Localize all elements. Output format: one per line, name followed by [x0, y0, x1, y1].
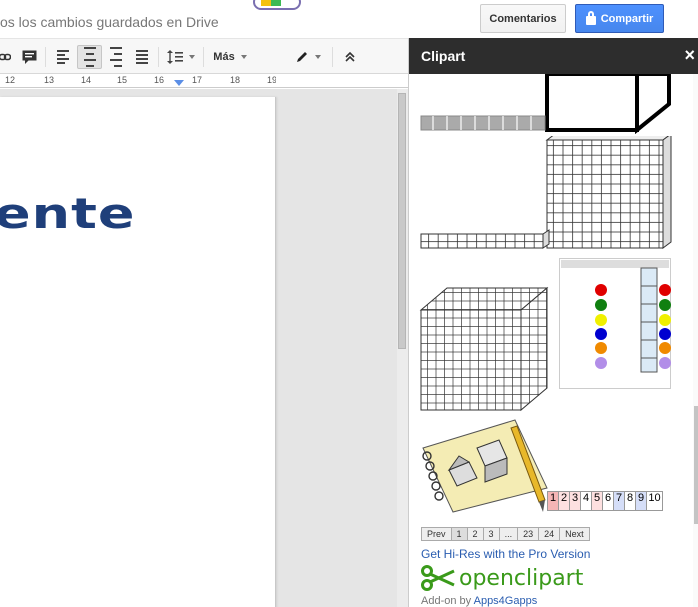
- clipart-cube-outline[interactable]: [419, 74, 681, 134]
- pager-page-1[interactable]: 1: [451, 528, 468, 540]
- sidebar-title: Clipart: [421, 48, 466, 64]
- ruler-number: 18: [230, 75, 241, 85]
- addon-author-link[interactable]: Apps4Gapps: [474, 595, 538, 607]
- lock-icon: [585, 10, 596, 25]
- clipart-sketchbook[interactable]: [419, 418, 551, 514]
- ruler-number: 16: [154, 75, 165, 85]
- app-window: os los cambios guardados en Drive Coment…: [0, 0, 698, 607]
- document-heading[interactable]: ente: [0, 189, 136, 238]
- number-cell: 3: [570, 492, 581, 510]
- document-area: ente: [0, 89, 408, 607]
- clipart-number-strip[interactable]: 1 2 3 4 5 6 7 8 9 10: [547, 491, 663, 511]
- more-menu[interactable]: Más: [208, 45, 252, 69]
- number-cell: 6: [603, 492, 614, 510]
- clipart-base-ten-flat[interactable]: [419, 136, 681, 252]
- justify-icon[interactable]: [130, 45, 154, 69]
- ruler-number: 13: [44, 75, 55, 85]
- ruler-number: 12: [5, 75, 16, 85]
- number-cell: 10: [647, 492, 662, 510]
- addon-prefix: Add-on by: [421, 595, 472, 607]
- comments-button[interactable]: Comentarios: [480, 4, 566, 33]
- sidebar-scrollbar[interactable]: [693, 74, 698, 607]
- close-icon[interactable]: ×: [684, 45, 695, 66]
- ruler-number: 17: [192, 75, 203, 85]
- pager-next[interactable]: Next: [560, 528, 589, 540]
- top-bar: os los cambios guardados en Drive Coment…: [0, 0, 698, 38]
- get-hires-link[interactable]: Get Hi-Res with the Pro Version: [421, 547, 590, 561]
- align-left-icon[interactable]: [51, 45, 75, 69]
- align-center-icon[interactable]: [77, 45, 102, 69]
- save-status: os los cambios guardados en Drive: [0, 14, 219, 30]
- ruler-number: 15: [117, 75, 128, 85]
- clipart-sidebar: Clipart × 1 2 3 4 5 6 7 8 9 10 Prev 1 2 …: [408, 38, 698, 607]
- openclipart-logo[interactable]: openclipart: [421, 564, 583, 592]
- pagination: Prev 1 2 3 ... 23 24 Next: [421, 527, 590, 541]
- more-label: Más: [213, 51, 235, 63]
- ruler-extension: [276, 74, 408, 88]
- number-cell: 2: [559, 492, 570, 510]
- document-page[interactable]: ente: [0, 97, 276, 607]
- number-cell: 7: [614, 492, 625, 510]
- comment-icon[interactable]: [18, 45, 40, 69]
- number-cell: 5: [592, 492, 603, 510]
- number-cell: 1: [548, 492, 559, 510]
- addon-chip[interactable]: [253, 0, 301, 10]
- pager-page-23[interactable]: 23: [518, 528, 540, 540]
- number-cell: 9: [636, 492, 647, 510]
- sidebar-header: Clipart ×: [409, 38, 698, 74]
- pencil-icon[interactable]: [290, 45, 326, 69]
- indent-marker[interactable]: [174, 80, 184, 86]
- link-icon[interactable]: [0, 45, 12, 69]
- pager-page-3[interactable]: 3: [484, 528, 500, 540]
- pager-prev[interactable]: Prev: [422, 528, 452, 540]
- addon-credit: Add-on by Apps4Gapps: [421, 595, 537, 607]
- document-scroll-thumb[interactable]: [398, 93, 406, 349]
- share-button[interactable]: Compartir: [575, 4, 664, 33]
- pager-page-24[interactable]: 24: [539, 528, 561, 540]
- scissors-icon: [421, 565, 455, 591]
- pager-ellipsis: ...: [500, 528, 519, 540]
- pager-page-2[interactable]: 2: [468, 528, 484, 540]
- openclipart-wordmark: openclipart: [459, 565, 584, 591]
- line-spacing-icon[interactable]: [164, 45, 198, 69]
- clipart-base-ten-cube[interactable]: [419, 284, 549, 414]
- number-cell: 4: [581, 492, 592, 510]
- ruler-number: 14: [81, 75, 92, 85]
- number-cell: 8: [625, 492, 636, 510]
- ruler: 12 13 14 15 16 17 18 19: [0, 74, 277, 88]
- chevron-up-icon[interactable]: [338, 45, 362, 69]
- clipart-counting-worksheet[interactable]: [559, 258, 671, 390]
- sidebar-scroll-thumb[interactable]: [694, 406, 698, 524]
- format-toolbar: Más: [0, 38, 408, 74]
- share-label: Compartir: [600, 12, 654, 25]
- align-right-icon[interactable]: [104, 45, 128, 69]
